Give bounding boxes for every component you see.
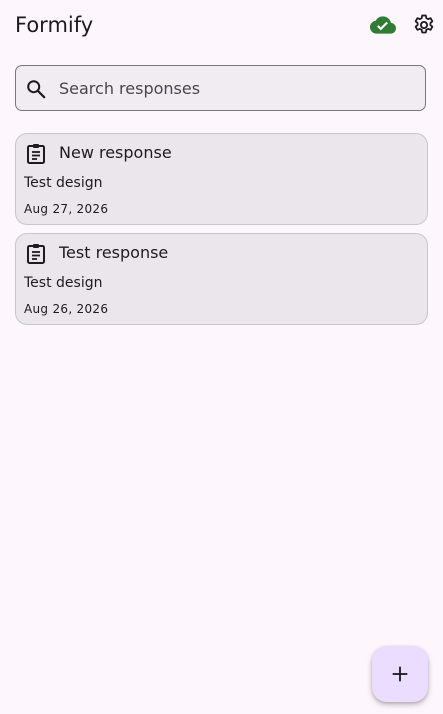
cloud-done-icon [370, 16, 396, 34]
clipboard-icon [27, 244, 45, 264]
search-bar[interactable] [15, 65, 426, 111]
response-card[interactable]: Test response Test design Aug 26, 2026 [15, 233, 428, 325]
response-title: Test response [59, 243, 169, 262]
add-response-button[interactable] [372, 646, 428, 702]
response-design: Test design [24, 175, 103, 191]
plus-icon [392, 666, 408, 682]
response-title: New response [59, 143, 172, 162]
settings-button[interactable] [411, 12, 437, 38]
sync-status-button[interactable] [370, 12, 396, 38]
search-input[interactable] [59, 66, 414, 110]
response-design: Test design [24, 275, 103, 291]
response-date: Aug 26, 2026 [24, 302, 109, 316]
gear-icon [414, 14, 434, 34]
app-title: Formify [15, 13, 94, 37]
app-bar: Formify [0, 0, 443, 50]
search-icon [27, 80, 46, 99]
response-card[interactable]: New response Test design Aug 27, 2026 [15, 133, 428, 225]
response-date: Aug 27, 2026 [24, 202, 109, 216]
clipboard-icon [27, 144, 45, 164]
